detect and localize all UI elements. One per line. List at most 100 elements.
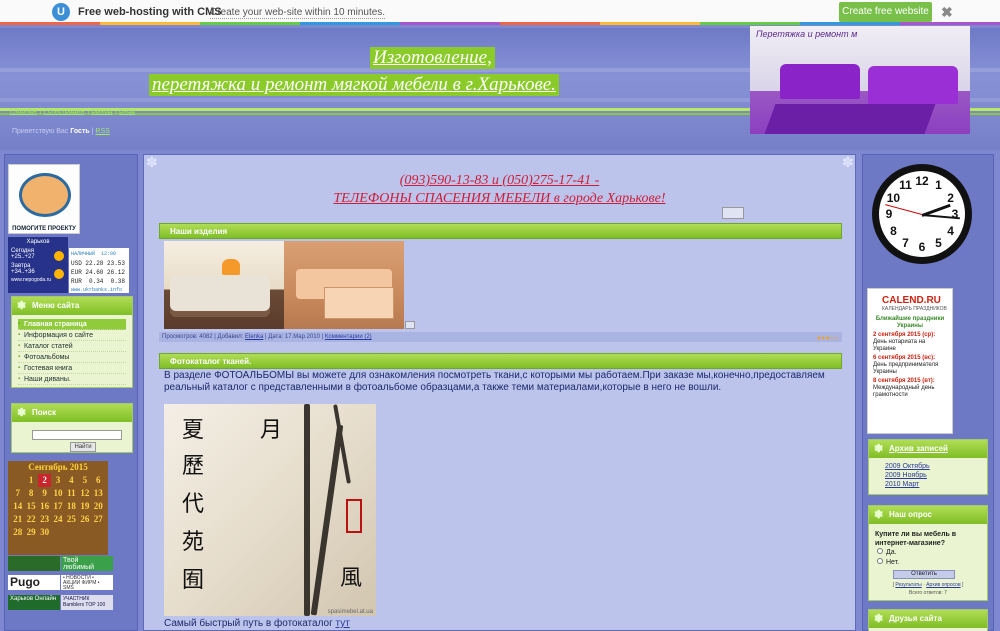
calendar-day[interactable]: 24 (51, 513, 64, 526)
site-title-line1: Изготовление, (370, 47, 495, 69)
menu-item-sofas[interactable]: Наши диваны. (18, 374, 126, 385)
weather-widget[interactable]: Харьков Сегодня +25..+27 Завтра +34..+36… (8, 237, 68, 293)
site-menu: Главная страница Информация о сайте Ката… (12, 315, 132, 389)
calendar-day[interactable]: 7 (11, 487, 24, 500)
search-box: Поиск Найти (11, 403, 133, 453)
calendar-day[interactable]: 14 (11, 500, 24, 513)
rating-stars-icon[interactable]: ★★★☆☆ (816, 334, 839, 344)
calendar-day[interactable]: 9 (38, 487, 51, 500)
search-input[interactable] (32, 430, 122, 440)
calendar-day[interactable]: 8 (24, 487, 37, 500)
nav-register[interactable]: Регистрация (43, 108, 84, 115)
exchange-rates-widget[interactable]: НАЛИЧНЫЙ 12:00 USD 22.28 23.53 EUR 24.60… (69, 248, 129, 293)
sofa-photo-2[interactable] (284, 241, 404, 329)
clock-number: 8 (890, 223, 897, 238)
calendar-day[interactable]: 20 (92, 500, 105, 513)
broken-image-icon (405, 321, 415, 329)
author-link[interactable]: Elenka (245, 334, 263, 340)
calendar-day[interactable]: 27 (92, 513, 105, 526)
poll-submit-button[interactable]: Ответить (893, 570, 955, 579)
nav-logout[interactable]: Выход (91, 108, 112, 115)
help-project-banner[interactable]: ПОМОГИТЕ ПРОЕКТУ (8, 164, 80, 234)
rss-link[interactable]: RSS (95, 128, 109, 135)
calendar-day[interactable]: 5 (78, 474, 91, 487)
menu-item-photos[interactable]: Фотоальбомы (18, 352, 126, 363)
comments-link[interactable]: Комментарии (2) (325, 334, 372, 340)
nav-login[interactable]: Вход (119, 108, 135, 115)
kharkiv-online-banner[interactable]: Харьков Онлайн (8, 595, 60, 610)
menu-item-home[interactable]: Главная страница (18, 319, 126, 330)
poll-results-link[interactable]: Результаты (895, 582, 921, 588)
calendar-day[interactable]: 30 (38, 526, 51, 539)
archive-link[interactable]: 2010 Март (877, 480, 987, 489)
calendar-day[interactable]: 23 (38, 513, 51, 526)
calendar-day[interactable]: 29 (24, 526, 37, 539)
holiday-item[interactable]: 8 сентября 2015 (вт): Международный день… (868, 376, 952, 399)
calendar-day[interactable]: 25 (65, 513, 78, 526)
clock-number: 3 (951, 207, 959, 221)
sofa-photo-1[interactable] (164, 241, 284, 329)
calendar-day[interactable]: 12 (78, 487, 91, 500)
top100-banner[interactable]: УЧАСТНИК Bamblers TOP 100 (61, 595, 113, 610)
calendar-day[interactable]: 16 (38, 500, 51, 513)
fabric-sample-photo[interactable]: 夏 月 歷 代 苑 囿 風 spasimebel.at.ua (164, 404, 376, 616)
kharkiv-banner[interactable]: Твой любимый Харьков (61, 556, 113, 571)
calendar-day[interactable]: 10 (51, 487, 64, 500)
menu-item-articles[interactable]: Каталог статей (18, 341, 126, 352)
site-header: Изготовление, перетяжка и ремонт мягкой … (0, 26, 1000, 150)
calendar-day[interactable]: 21 (11, 513, 24, 526)
radio-icon[interactable] (877, 558, 883, 564)
radio-icon[interactable] (877, 548, 883, 554)
calendar-day[interactable]: 22 (24, 513, 37, 526)
right-column: 12 1 2 3 4 5 6 7 8 9 10 11 CALEND.RU КАЛЕНДАРЬ ПРАЗ… (862, 154, 994, 631)
entry-info-row: Просмотров: 4082 | Добавил: Elenka | Дат… (159, 332, 842, 342)
archive-title: Архив записей (869, 440, 987, 458)
nav-home[interactable]: Главная (10, 108, 37, 115)
search-title: Поиск (12, 404, 132, 422)
pull-out-bed (324, 287, 394, 319)
calendar-day[interactable]: 26 (78, 513, 91, 526)
close-icon[interactable]: ✖ (941, 4, 953, 21)
pugo-news-banner[interactable]: • НОВОСТИ • АКЦИИ ФИРМ • SMS (61, 575, 113, 590)
calendar-day[interactable]: 4 (65, 474, 78, 487)
calendar-day[interactable]: 2 (37, 474, 52, 487)
promo-subtitle[interactable]: Create your web-site within 10 minutes. (210, 7, 386, 19)
menu-item-about[interactable]: Информация о сайте (18, 330, 126, 341)
menu-item-guestbook[interactable]: Гостевая книга (18, 363, 126, 374)
bamboo-stalk (310, 424, 344, 616)
star-decoration-icon: ✽ (842, 154, 854, 170)
calendar-day[interactable]: 28 (11, 526, 24, 539)
calendar-day[interactable]: 19 (78, 500, 91, 513)
ucoz-logo-icon[interactable]: U (52, 3, 70, 21)
counter-badge[interactable] (8, 556, 60, 571)
corner-sofa (170, 275, 270, 311)
archive-box: Архив записей 2009 Октябрь 2009 Ноябрь 2… (868, 439, 988, 495)
calendar-day[interactable]: 18 (65, 500, 78, 513)
purple-sofa (780, 64, 860, 99)
poll-option-no[interactable]: Нет. (869, 558, 987, 568)
archive-link[interactable]: 2009 Ноябрь (877, 471, 987, 480)
poll-archive-link[interactable]: Архив опросов (926, 582, 960, 588)
holiday-calendar-widget[interactable]: CALEND.RU КАЛЕНДАРЬ ПРАЗДНИКОВ Ближайшие… (867, 288, 953, 434)
sun-icon (54, 251, 64, 261)
holiday-item[interactable]: 6 сентября 2015 (вс): День предпринимате… (868, 353, 952, 376)
promo-title[interactable]: Free web-hosting with CMS (78, 6, 222, 18)
calendar-grid: 1 2 3 4 5 6 7 8 9 10 11 12 13 14 15 16 17 18 19 20 21 22 23 24 2… (8, 474, 108, 539)
pugo-banner[interactable]: Pugo (8, 575, 60, 590)
section-title-products: Наши изделия (159, 223, 842, 239)
calendar-day[interactable]: 11 (65, 487, 78, 500)
holiday-item[interactable]: 2 сентября 2015 (ср): День нотариата на … (868, 330, 952, 353)
search-button[interactable]: Найти (70, 442, 96, 452)
main-content: (093)590-13-83 и (050)275-17-41 - ТЕЛЕФО… (143, 154, 856, 631)
calendar-widget: Сентябрь 2015 1 2 3 4 5 6 7 8 9 10 11 12 13 14 15 16 17 1… (8, 461, 108, 555)
calendar-day[interactable]: 13 (92, 487, 105, 500)
calendar-day[interactable]: 6 (92, 474, 105, 487)
archive-link[interactable]: 2009 Октябрь (877, 462, 987, 471)
calendar-day[interactable]: 17 (51, 500, 64, 513)
poll-option-yes[interactable]: Да. (869, 548, 987, 558)
calendar-day[interactable]: 1 (24, 474, 37, 487)
create-website-button[interactable]: Create free website (839, 2, 932, 22)
calendar-day[interactable]: 15 (24, 500, 37, 513)
catalog-link[interactable]: тут (336, 618, 350, 629)
calendar-day[interactable]: 3 (51, 474, 64, 487)
